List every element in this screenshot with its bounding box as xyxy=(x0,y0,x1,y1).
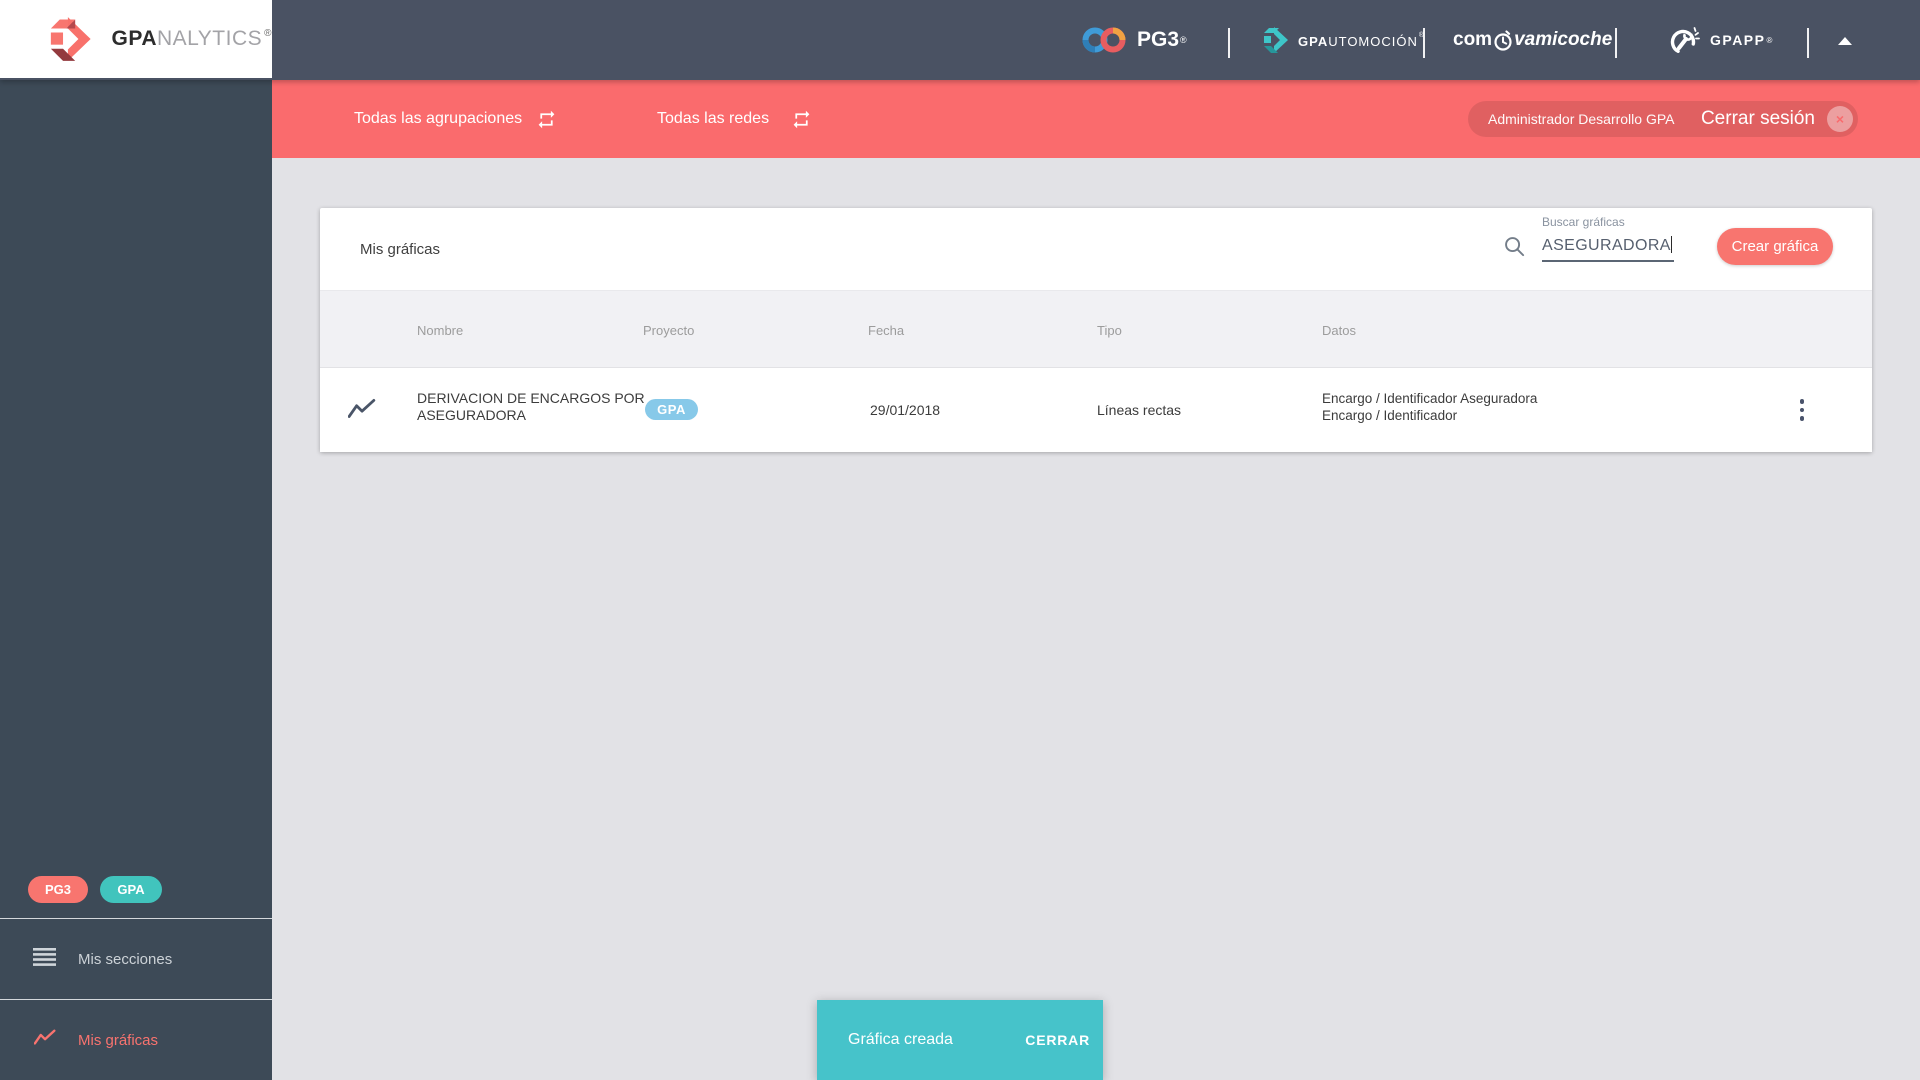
search-icon xyxy=(1505,237,1525,257)
gpa-analytics-arrow-icon xyxy=(50,17,91,61)
sidebar-item-label: Mis secciones xyxy=(78,950,173,968)
brand-text: GPANALYTICS ® xyxy=(111,27,272,50)
filter-agrupaciones[interactable]: Todas las agrupaciones xyxy=(354,80,522,158)
line-chart-icon xyxy=(348,398,376,418)
header-separator xyxy=(1423,28,1425,58)
cell-datos: Encargo / Identificador Aseguradora Enca… xyxy=(1322,391,1538,423)
gpautomocion-text: GPAUTOMOCIÓN® xyxy=(1298,31,1426,49)
collapse-header-icon[interactable] xyxy=(1838,37,1852,45)
swap-redes-icon[interactable] xyxy=(791,109,812,130)
page-title: Mis gráficas xyxy=(360,240,441,258)
user-session-pill: Administrador Desarrollo GPA Cerrar sesi… xyxy=(1468,101,1858,137)
badge-pg3[interactable]: PG3 xyxy=(28,876,88,903)
column-header-nombre: Nombre xyxy=(417,322,464,338)
line-chart-icon xyxy=(33,1029,56,1051)
project-badge: GPA xyxy=(645,399,698,420)
header-separator xyxy=(1807,28,1809,58)
clock-icon xyxy=(1494,30,1512,51)
row-menu-kebab-icon[interactable] xyxy=(1782,368,1822,452)
mis-graficas-card: Mis gráficas Buscar gráficas ASEGURADORA… xyxy=(320,208,1872,452)
column-header-tipo: Tipo xyxy=(1097,322,1122,338)
sidebar-item-mis-graficas[interactable]: Mis gráficas xyxy=(0,1000,272,1080)
list-icon xyxy=(33,947,56,971)
logout-close-icon[interactable]: × xyxy=(1827,106,1853,132)
column-header-fecha: Fecha xyxy=(868,322,905,338)
snackbar: Gráfica creada CERRAR xyxy=(817,1000,1103,1080)
sidebar-item-mis-secciones[interactable]: Mis secciones xyxy=(0,919,272,999)
table-header: Nombre Proyecto Fecha Tipo Datos xyxy=(320,290,1872,368)
cell-nombre: DERIVACION DE ENCARGOS POR ASEGURADORA xyxy=(417,390,645,423)
swap-agrupaciones-icon[interactable] xyxy=(536,109,557,130)
column-header-proyecto: Proyecto xyxy=(643,322,695,338)
cell-tipo: Líneas rectas xyxy=(1097,402,1182,418)
sidebar-item-label: Mis gráficas xyxy=(78,1031,159,1049)
search-field: Buscar gráficas ASEGURADORA xyxy=(1542,215,1674,262)
snackbar-close-button[interactable]: CERRAR xyxy=(1025,1032,1090,1048)
snackbar-message: Gráfica creada xyxy=(848,1031,953,1048)
gpautomocion-arrow-icon xyxy=(1264,27,1288,53)
filter-redes[interactable]: Todas las redes xyxy=(657,80,769,158)
gpapp-logo[interactable]: GPAPP ® xyxy=(1670,0,1772,80)
comvamicoche-logo[interactable]: com vamicoche xyxy=(1453,0,1612,80)
header-separator xyxy=(1228,28,1230,58)
sidebar-badges: PG3 GPA xyxy=(28,876,162,903)
gpautomocion-logo[interactable]: GPAUTOMOCIÓN® xyxy=(1261,0,1425,80)
badge-gpa[interactable]: GPA xyxy=(100,876,162,903)
column-header-datos: Datos xyxy=(1322,322,1356,338)
logout-button[interactable]: Cerrar sesión xyxy=(1701,108,1815,130)
create-chart-button[interactable]: Crear gráfica xyxy=(1717,228,1833,265)
top-header: GPANALYTICS ® PG3 ® GPAUTOMOCIÓN® com vami… xyxy=(0,0,1920,80)
pg3-infinity-icon xyxy=(1082,27,1126,53)
sidebar: PG3 GPA Mis secciones Mis gráficas xyxy=(0,78,272,1080)
table-row[interactable]: DERIVACION DE ENCARGOS POR ASEGURADORA G… xyxy=(320,368,1872,452)
user-name-label: Administrador Desarrollo GPA xyxy=(1488,111,1675,127)
gpapp-wrench-icon xyxy=(1670,27,1700,55)
text-caret xyxy=(1670,236,1673,253)
pg3-logo[interactable]: PG3 ® xyxy=(1082,0,1187,80)
search-field-label: Buscar gráficas xyxy=(1542,215,1625,229)
header-separator xyxy=(1615,28,1617,58)
gpa-analytics-logo[interactable]: GPANALYTICS ® xyxy=(0,0,272,78)
cell-fecha: 29/01/2018 xyxy=(870,402,941,418)
search-input[interactable]: ASEGURADORA xyxy=(1542,236,1674,262)
filter-bar: Todas las agrupaciones Todas las redes A… xyxy=(272,80,1920,158)
